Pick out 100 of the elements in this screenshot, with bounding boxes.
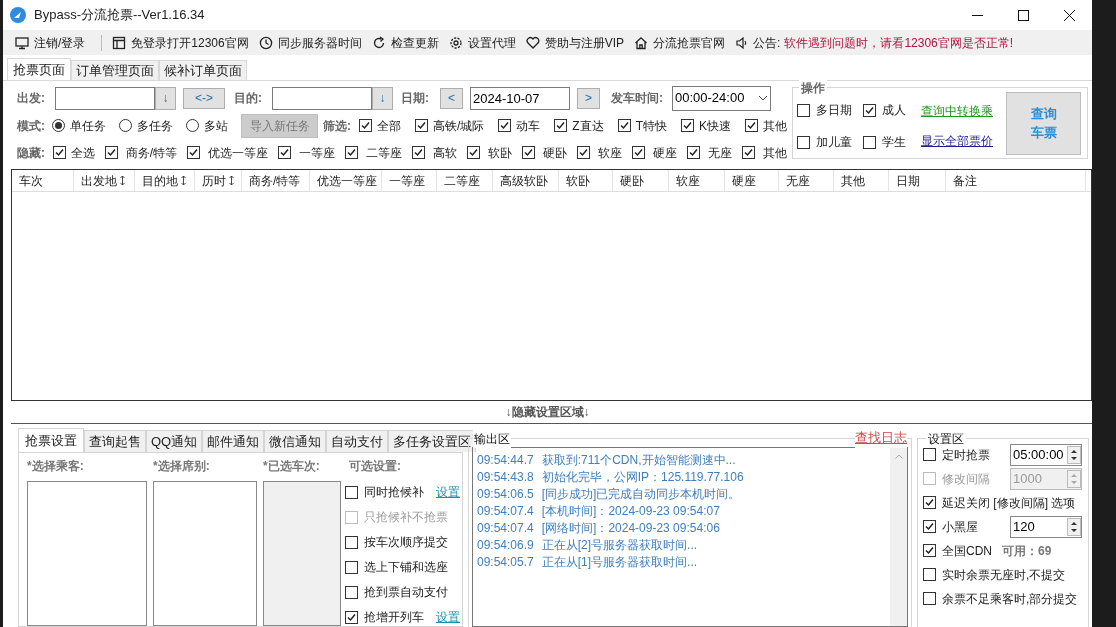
settings-tab[interactable]: QQ通知 [146, 430, 203, 452]
toolbar-button[interactable]: 注销/登录 [15, 33, 86, 52]
column-header[interactable]: 备注 [946, 170, 1086, 191]
seat-list[interactable] [153, 481, 257, 626]
checkbox[interactable] [345, 146, 358, 159]
column-header[interactable]: 高级软卧 [493, 170, 559, 191]
column-header[interactable]: 目的地 [135, 170, 195, 191]
settings-link[interactable]: 设置 [436, 608, 460, 626]
checkbox[interactable] [345, 560, 358, 574]
check-icon [360, 121, 370, 130]
column-header[interactable]: 商务/特等 [242, 170, 310, 191]
dropdown-button[interactable]: ↓ [372, 86, 393, 110]
checkbox-label: 小黑屋 [942, 518, 978, 536]
checkbox[interactable] [278, 146, 291, 159]
checkbox[interactable] [345, 585, 358, 599]
check-icon [747, 121, 756, 130]
checkbox[interactable] [742, 146, 755, 159]
checkbox[interactable] [577, 146, 590, 159]
checkbox-label: 全国CDN [942, 542, 992, 560]
toolbar-button[interactable]: 设置代理 [448, 33, 516, 52]
toolbar-button[interactable]: 同步服务器时间 [258, 33, 362, 52]
checkbox[interactable] [345, 610, 358, 624]
settings-link[interactable]: 设置 [436, 483, 460, 501]
spinner-field[interactable]: 05:00:00 [1010, 443, 1082, 466]
checkbox[interactable] [687, 146, 700, 159]
settings-tab[interactable]: 微信通知 [264, 430, 327, 452]
radio-button[interactable] [52, 119, 66, 132]
page-tab[interactable]: 订单管理页面 [71, 60, 159, 80]
dropdown-button[interactable]: ↓ [155, 86, 176, 110]
column-header[interactable]: 软卧 [559, 170, 613, 191]
column-header[interactable]: 日期 [889, 170, 946, 191]
checkbox[interactable] [52, 146, 66, 159]
column-header[interactable]: 硬座 [725, 170, 779, 191]
radio-button[interactable] [119, 119, 133, 132]
settings-tab[interactable]: 邮件通知 [202, 430, 265, 452]
group-title: 设置区 [926, 430, 966, 448]
checkbox[interactable] [345, 535, 358, 549]
column-header[interactable]: 二等座 [437, 170, 493, 191]
spinner-field[interactable]: 120 [1010, 515, 1082, 538]
checkbox[interactable] [498, 119, 512, 132]
checkbox[interactable] [797, 103, 810, 117]
checkbox[interactable] [745, 119, 758, 132]
find-log-link[interactable]: 查找日志 [855, 428, 907, 448]
toolbar-button[interactable]: 检查更新 [371, 33, 439, 52]
checkbox[interactable] [522, 146, 535, 159]
from-field[interactable] [55, 86, 155, 110]
checkbox[interactable] [863, 103, 876, 117]
date-field[interactable]: 2024-10-07 [470, 86, 570, 110]
toolbar-button[interactable]: 赞助与注册VIP [525, 33, 625, 52]
checkbox[interactable] [187, 146, 200, 159]
column-header[interactable]: 软座 [669, 170, 725, 191]
column-header[interactable]: 优选一等座 [310, 170, 382, 191]
checkbox[interactable] [358, 119, 372, 132]
checkbox[interactable] [617, 119, 631, 132]
checkbox-label: 成人 [882, 102, 906, 119]
column-header[interactable]: 无座 [779, 170, 834, 191]
checkbox-label: 抢到票自动支付 [364, 584, 448, 601]
column-header[interactable]: 硬卧 [613, 170, 669, 191]
checkbox[interactable] [554, 119, 568, 132]
checkbox-label: 其他 [763, 144, 787, 162]
page-tab[interactable]: 抢票页面 [7, 58, 71, 80]
checkbox[interactable] [923, 448, 936, 461]
passenger-list[interactable] [27, 481, 147, 626]
checkbox[interactable] [632, 146, 645, 159]
checkbox[interactable] [923, 496, 936, 509]
checkbox[interactable] [797, 135, 810, 149]
settings-tab[interactable]: 查询起售 [84, 430, 146, 452]
column-header[interactable]: 历时 [195, 170, 242, 191]
checkbox[interactable] [412, 146, 425, 159]
checkbox[interactable] [923, 544, 936, 557]
column-header[interactable]: 其他 [834, 170, 889, 191]
column-header[interactable]: 车次 [12, 170, 74, 191]
checkbox[interactable] [923, 520, 936, 533]
checkbox[interactable] [923, 568, 936, 581]
previous-date-button[interactable]: < [440, 87, 463, 109]
checkbox[interactable] [923, 592, 936, 605]
checkbox[interactable] [414, 119, 428, 132]
link[interactable]: 查询中转换乘 [921, 102, 993, 120]
hide-settings-link[interactable]: ↓隐藏设置区域↓ [505, 403, 590, 421]
checkbox[interactable] [681, 119, 694, 132]
toolbar-button[interactable]: 分流抢票官网 [634, 33, 726, 52]
radio-button[interactable] [186, 119, 200, 132]
checkbox[interactable] [345, 485, 358, 499]
settings-tab[interactable]: 自动支付 [326, 430, 389, 452]
to-field[interactable] [272, 86, 372, 110]
swap-button[interactable]: <-> [183, 87, 225, 109]
page-tab[interactable]: 候补订单页面 [159, 60, 247, 80]
settings-tab[interactable]: 抢票设置 [18, 428, 84, 452]
monitor-icon [15, 35, 29, 50]
column-header[interactable]: 出发地 [74, 170, 135, 191]
checkbox[interactable] [104, 146, 118, 159]
toolbar-button[interactable]: 免登录打开12306官网 [112, 33, 249, 52]
scrollbar[interactable] [890, 448, 907, 626]
column-header[interactable]: 一等座 [382, 170, 437, 191]
checkbox[interactable] [467, 146, 480, 159]
checkbox-label: 只抢候补不抢票 [364, 509, 448, 526]
checkbox[interactable] [863, 135, 876, 149]
link[interactable]: 显示全部票价 [921, 132, 993, 150]
time-select[interactable]: 00:00-24:00 [672, 85, 771, 111]
next-date-button[interactable]: > [577, 87, 600, 109]
